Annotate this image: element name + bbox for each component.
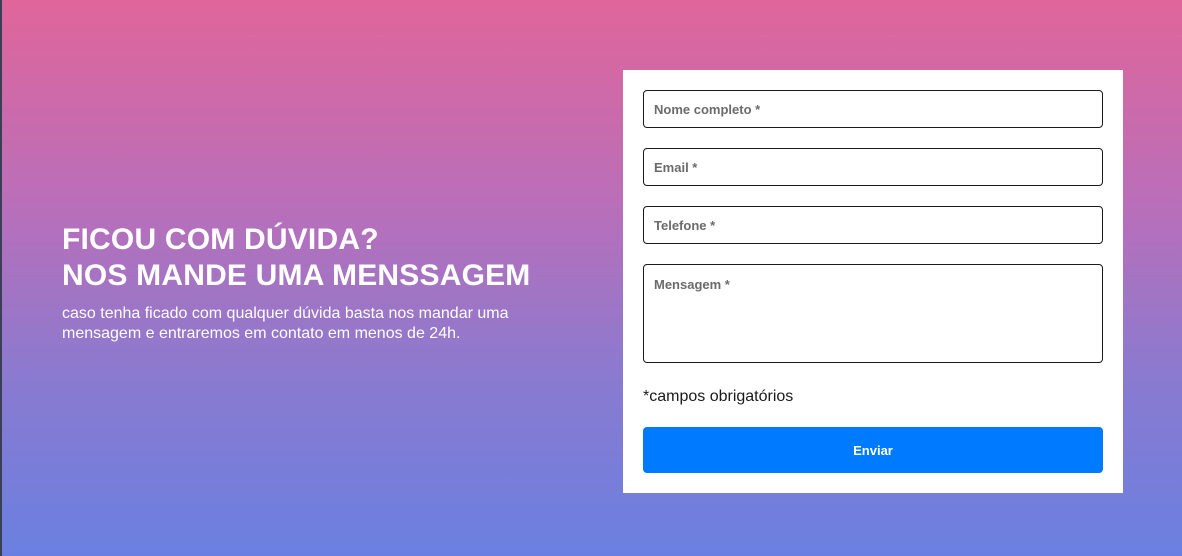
message-field-container bbox=[643, 264, 1103, 363]
hero-subtitle: caso tenha ficado com qualquer dúvida ba… bbox=[62, 305, 509, 342]
phone-input[interactable] bbox=[644, 207, 1102, 243]
email-field-container bbox=[643, 148, 1103, 186]
phone-field-container bbox=[643, 206, 1103, 244]
hero-title: FICOU COM DÚVIDA? NOS MANDE UMA MENSSAGE… bbox=[62, 222, 562, 294]
email-input[interactable] bbox=[644, 149, 1102, 185]
hero-title-line-1: FICOU COM DÚVIDA? bbox=[62, 223, 379, 256]
name-input[interactable] bbox=[644, 91, 1102, 127]
message-textarea[interactable] bbox=[644, 265, 1102, 362]
hero-title-line-2: NOS MANDE UMA MENSSAGEM bbox=[62, 259, 531, 292]
required-fields-note: *campos obrigatórios bbox=[643, 388, 794, 405]
submit-button[interactable]: Enviar bbox=[643, 427, 1103, 473]
contact-form: *campos obrigatórios Enviar bbox=[623, 70, 1123, 493]
contact-hero: FICOU COM DÚVIDA? NOS MANDE UMA MENSSAGE… bbox=[62, 222, 562, 344]
window-left-edge bbox=[0, 0, 2, 556]
name-field-container bbox=[643, 90, 1103, 128]
